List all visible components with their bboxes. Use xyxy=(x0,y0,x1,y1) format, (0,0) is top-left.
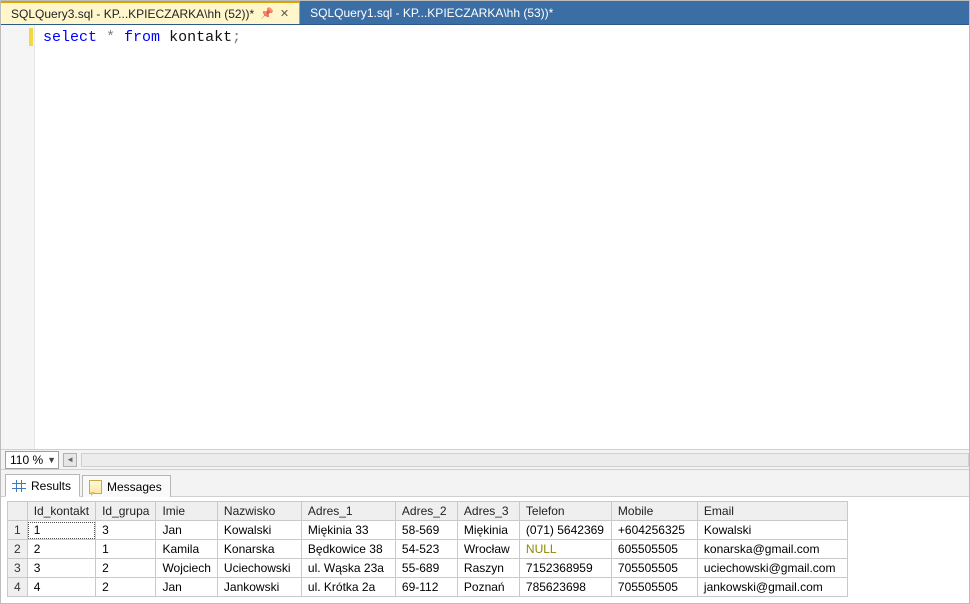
app-root: SQLQuery3.sql - KP...KPIECZARKA\hh (52))… xyxy=(0,0,970,604)
sql-editor[interactable]: select * from kontakt; xyxy=(1,25,969,449)
cell[interactable]: +604256325 xyxy=(611,521,697,540)
col-id-kontakt[interactable]: Id_kontakt xyxy=(27,502,95,521)
cell[interactable]: 69-112 xyxy=(395,578,457,597)
hscroll-left-button[interactable]: ◄ xyxy=(63,453,77,467)
col-mobile[interactable]: Mobile xyxy=(611,502,697,521)
ident-kontakt: kontakt xyxy=(169,29,232,46)
cell[interactable]: Kowalski xyxy=(217,521,301,540)
results-body: 1 1 3 Jan Kowalski Miękinia 33 58-569 Mi… xyxy=(8,521,848,597)
cell[interactable]: Konarska xyxy=(217,540,301,559)
kw-select: select xyxy=(43,29,97,46)
cell[interactable]: 55-689 xyxy=(395,559,457,578)
cell[interactable]: 605505505 xyxy=(611,540,697,559)
cell[interactable]: Wrocław xyxy=(457,540,519,559)
cell[interactable]: 705505505 xyxy=(611,578,697,597)
tab-label: SQLQuery1.sql - KP...KPIECZARKA\hh (53))… xyxy=(310,6,553,20)
cell[interactable]: 2 xyxy=(96,559,156,578)
kw-from: from xyxy=(124,29,160,46)
row-header[interactable]: 4 xyxy=(8,578,28,597)
table-row[interactable]: 2 2 1 Kamila Konarska Będkowice 38 54-52… xyxy=(8,540,848,559)
cell[interactable]: Poznań xyxy=(457,578,519,597)
zoom-combo[interactable]: 110 % ▼ xyxy=(5,451,59,469)
cell[interactable]: (071) 5642369 xyxy=(519,521,611,540)
cell[interactable]: Uciechowski xyxy=(217,559,301,578)
cell[interactable]: Jankowski xyxy=(217,578,301,597)
cell[interactable]: ul. Krótka 2a xyxy=(301,578,395,597)
col-nazwisko[interactable]: Nazwisko xyxy=(217,502,301,521)
cell[interactable]: 2 xyxy=(27,540,95,559)
cell[interactable]: ul. Wąska 23a xyxy=(301,559,395,578)
cell[interactable]: 7152368959 xyxy=(519,559,611,578)
cell[interactable]: Wojciech xyxy=(156,559,217,578)
close-icon[interactable]: ✕ xyxy=(280,7,289,20)
row-header[interactable]: 2 xyxy=(8,540,28,559)
table-row[interactable]: 4 4 2 Jan Jankowski ul. Krótka 2a 69-112… xyxy=(8,578,848,597)
cell[interactable]: Kowalski xyxy=(697,521,847,540)
cell[interactable]: 54-523 xyxy=(395,540,457,559)
results-grid-icon xyxy=(12,480,26,492)
zoom-value: 110 % xyxy=(10,453,43,467)
cell[interactable]: 3 xyxy=(96,521,156,540)
col-id-grupa[interactable]: Id_grupa xyxy=(96,502,156,521)
tab-messages-label: Messages xyxy=(107,480,162,494)
document-tabstrip: SQLQuery3.sql - KP...KPIECZARKA\hh (52))… xyxy=(1,1,969,25)
results-grid[interactable]: Id_kontakt Id_grupa Imie Nazwisko Adres_… xyxy=(7,501,848,597)
tab-results[interactable]: Results xyxy=(5,474,80,497)
cell[interactable]: Jan xyxy=(156,578,217,597)
op-semi: ; xyxy=(232,29,241,46)
pin-icon[interactable]: 📌 xyxy=(260,7,274,20)
tab-messages[interactable]: Messages xyxy=(82,475,171,497)
col-adres-3[interactable]: Adres_3 xyxy=(457,502,519,521)
cell[interactable]: Miękinia xyxy=(457,521,519,540)
col-email[interactable]: Email xyxy=(697,502,847,521)
corner-cell[interactable] xyxy=(8,502,28,521)
editor-gutter xyxy=(1,25,35,449)
cell[interactable]: 4 xyxy=(27,578,95,597)
hscroll-track[interactable] xyxy=(81,453,969,467)
cell[interactable]: 3 xyxy=(27,559,95,578)
change-marker-icon xyxy=(29,28,33,46)
table-row[interactable]: 3 3 2 Wojciech Uciechowski ul. Wąska 23a… xyxy=(8,559,848,578)
tab-sqlquery3[interactable]: SQLQuery3.sql - KP...KPIECZARKA\hh (52))… xyxy=(1,1,300,24)
header-row: Id_kontakt Id_grupa Imie Nazwisko Adres_… xyxy=(8,502,848,521)
space xyxy=(160,29,169,46)
results-tabstrip: Results Messages xyxy=(1,469,969,497)
tab-label: SQLQuery3.sql - KP...KPIECZARKA\hh (52))… xyxy=(11,7,254,21)
col-adres-2[interactable]: Adres_2 xyxy=(395,502,457,521)
col-telefon[interactable]: Telefon xyxy=(519,502,611,521)
col-adres-1[interactable]: Adres_1 xyxy=(301,502,395,521)
row-header[interactable]: 1 xyxy=(8,521,28,540)
col-imie[interactable]: Imie xyxy=(156,502,217,521)
cell-null[interactable]: NULL xyxy=(519,540,611,559)
cell[interactable]: 1 xyxy=(27,521,95,540)
cell[interactable]: 705505505 xyxy=(611,559,697,578)
tab-results-label: Results xyxy=(31,479,71,493)
cell[interactable]: Jan xyxy=(156,521,217,540)
table-row[interactable]: 1 1 3 Jan Kowalski Miękinia 33 58-569 Mi… xyxy=(8,521,848,540)
editor-statusbar: 110 % ▼ ◄ xyxy=(1,449,969,469)
sql-code[interactable]: select * from kontakt; xyxy=(35,25,249,449)
cell[interactable]: Kamila xyxy=(156,540,217,559)
results-grid-wrap: Id_kontakt Id_grupa Imie Nazwisko Adres_… xyxy=(1,497,969,603)
cell[interactable]: konarska@gmail.com xyxy=(697,540,847,559)
tab-sqlquery1[interactable]: SQLQuery1.sql - KP...KPIECZARKA\hh (53))… xyxy=(300,1,563,24)
cell[interactable]: 785623698 xyxy=(519,578,611,597)
cell[interactable]: 58-569 xyxy=(395,521,457,540)
cell[interactable]: 1 xyxy=(96,540,156,559)
chevron-down-icon: ▼ xyxy=(47,455,56,465)
cell[interactable]: 2 xyxy=(96,578,156,597)
cell[interactable]: uciechowski@gmail.com xyxy=(697,559,847,578)
cell[interactable]: Miękinia 33 xyxy=(301,521,395,540)
op-star: * xyxy=(97,29,124,46)
cell[interactable]: Raszyn xyxy=(457,559,519,578)
cell[interactable]: jankowski@gmail.com xyxy=(697,578,847,597)
row-header[interactable]: 3 xyxy=(8,559,28,578)
messages-icon xyxy=(89,480,102,494)
cell[interactable]: Będkowice 38 xyxy=(301,540,395,559)
